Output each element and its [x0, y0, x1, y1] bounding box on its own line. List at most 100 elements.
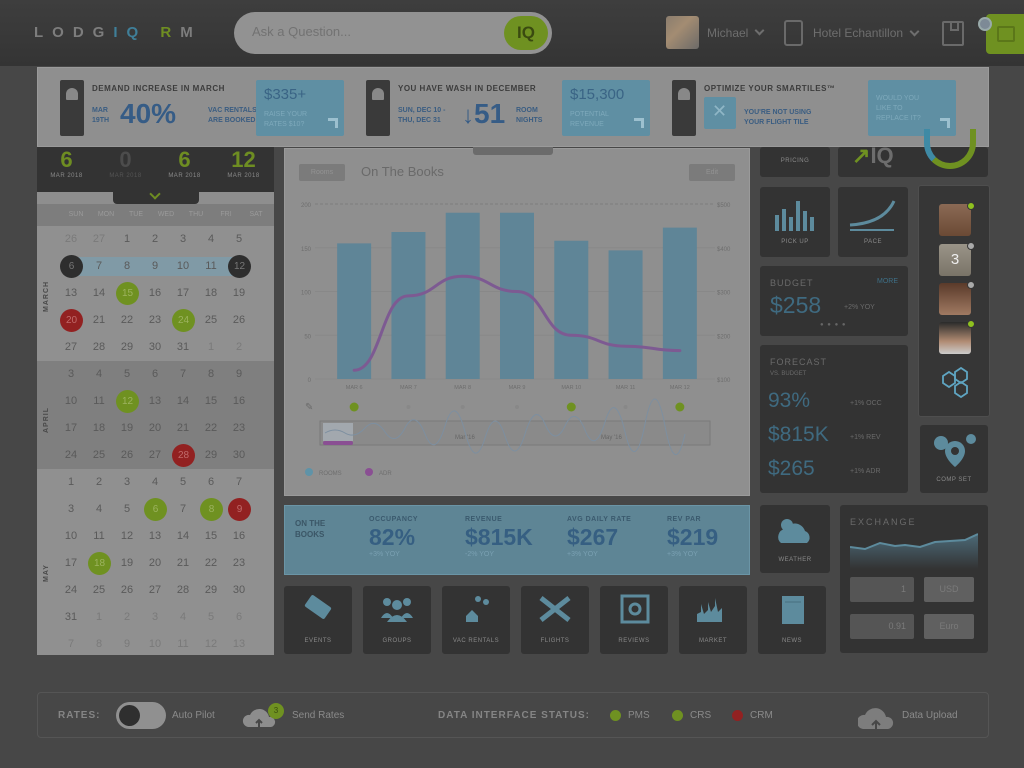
calendar-day[interactable]: 28	[85, 334, 113, 361]
calendar-day[interactable]: 18	[85, 415, 113, 442]
calendar-day[interactable]: 3	[113, 469, 141, 496]
calendar-stat[interactable]: 6 MAR 2018	[155, 147, 214, 179]
calendar-day[interactable]: 28	[169, 442, 197, 469]
kpi-revpar[interactable]: REV PAR $219 +3% YOY	[667, 516, 718, 558]
calendar-day[interactable]: 21	[85, 307, 113, 334]
calendar-day[interactable]: 5	[169, 469, 197, 496]
calendar-day[interactable]: 16	[141, 280, 169, 307]
calendar-day[interactable]: 21	[169, 415, 197, 442]
calendar-day[interactable]: 24	[57, 577, 85, 604]
calendar-day[interactable]: 23	[225, 550, 253, 577]
calendar-stat[interactable]: 0 MAR 2018	[96, 147, 155, 179]
calendar-day[interactable]: 16	[225, 388, 253, 415]
calendar-day[interactable]: 23	[141, 307, 169, 334]
pencil-icon[interactable]: ✎	[305, 402, 313, 413]
hexagon-network-icon[interactable]	[935, 366, 975, 402]
tile-exchange[interactable]: EXCHANGE 1 USD 0.91 Euro	[840, 505, 988, 653]
collaborator-avatar[interactable]: 3	[939, 242, 975, 276]
calendar-day[interactable]: 17	[57, 550, 85, 577]
calendar-day[interactable]: 29	[197, 577, 225, 604]
alert-cta-button[interactable]: $15,300 POTENTIAL REVENUE	[562, 80, 650, 136]
exchange-amount-input[interactable]: 1	[850, 577, 914, 602]
calendar-day[interactable]: 19	[113, 415, 141, 442]
calendar-day[interactable]: 3	[169, 226, 197, 253]
calendar-day[interactable]: 16	[225, 523, 253, 550]
calendar-day[interactable]: 11	[169, 631, 197, 655]
calendar-day[interactable]: 20	[57, 307, 85, 334]
calendar-day[interactable]: 4	[169, 604, 197, 631]
calendar-stat[interactable]: 6 MAR 2018	[37, 147, 96, 179]
calendar-day[interactable]: 1	[85, 604, 113, 631]
calendar-day[interactable]: 24	[57, 442, 85, 469]
calendar-day[interactable]: 8	[197, 361, 225, 388]
calendar-day[interactable]: 9	[225, 496, 253, 523]
calendar-day[interactable]: 6	[225, 604, 253, 631]
calendar-day[interactable]: 13	[225, 631, 253, 655]
calendar-day[interactable]: 12	[197, 631, 225, 655]
user-menu[interactable]: Michael	[666, 16, 765, 49]
kpi-revenue[interactable]: REVENUE $815K -2% YOY	[465, 516, 533, 558]
calendar-day[interactable]: 23	[225, 415, 253, 442]
calendar-day[interactable]: 4	[141, 469, 169, 496]
collaborator-avatar[interactable]	[939, 202, 975, 236]
calendar-day[interactable]: 7	[57, 631, 85, 655]
calendar-day[interactable]: 28	[169, 577, 197, 604]
calendar-day[interactable]: 7	[169, 361, 197, 388]
calendar-day[interactable]: 27	[57, 334, 85, 361]
calendar-day[interactable]: 11	[85, 388, 113, 415]
calendar-day[interactable]: 13	[57, 280, 85, 307]
tile-pace[interactable]: PACE	[838, 187, 908, 257]
tile-weather[interactable]: WEATHER	[760, 505, 830, 573]
status-pms[interactable]: PMS	[628, 710, 650, 721]
calendar-day[interactable]: 3	[57, 361, 85, 388]
tile-pricing[interactable]: PRICING	[760, 147, 830, 177]
calendar-day[interactable]: 14	[169, 388, 197, 415]
calendar-day[interactable]: 22	[197, 415, 225, 442]
calendar-day[interactable]: 21	[169, 550, 197, 577]
calendar-day[interactable]: 6	[141, 361, 169, 388]
calendar-day[interactable]: 11	[85, 523, 113, 550]
iq-search-button[interactable]: IQ	[504, 16, 548, 50]
calendar-day[interactable]: 2	[141, 226, 169, 253]
calendar-day[interactable]: 25	[85, 442, 113, 469]
calendar-day[interactable]: 10	[141, 631, 169, 655]
calendar-day[interactable]: 19	[113, 550, 141, 577]
pager-dots[interactable]: ● ● ● ●	[820, 322, 847, 328]
calendar-day[interactable]: 9	[113, 631, 141, 655]
calendar-day[interactable]: 8	[113, 253, 141, 280]
calendar-day[interactable]: 10	[169, 253, 197, 280]
calendar-day[interactable]: 24	[169, 307, 197, 334]
calendar-day[interactable]: 4	[85, 361, 113, 388]
calendar-day[interactable]: 25	[197, 307, 225, 334]
calendar-day[interactable]: 22	[197, 550, 225, 577]
collaborator-avatar[interactable]	[939, 281, 975, 315]
calendar-day[interactable]: 20	[141, 550, 169, 577]
calendar-day[interactable]: 8	[197, 496, 225, 523]
cloud-upload-icon[interactable]	[858, 701, 894, 731]
calendar-day[interactable]: 30	[225, 577, 253, 604]
calendar-day[interactable]: 5	[113, 361, 141, 388]
calendar-day[interactable]: 14	[85, 280, 113, 307]
calendar-day[interactable]: 15	[197, 523, 225, 550]
collapse-toggle[interactable]	[113, 187, 199, 204]
hotel-selector[interactable]: Hotel Echantillon	[784, 20, 920, 46]
bookmark-book-icon[interactable]	[942, 21, 964, 46]
calendar-day[interactable]: 4	[197, 226, 225, 253]
calendar-day[interactable]: 2	[225, 334, 253, 361]
alert-cta-button[interactable]: $335+ RAISE YOUR RATES $10?	[256, 80, 344, 136]
send-rates-button[interactable]: Send Rates	[292, 710, 344, 721]
calendar-day[interactable]: 18	[85, 550, 113, 577]
kpi-occupancy[interactable]: OCCUPANCY 82% +3% YOY	[369, 516, 418, 558]
calendar-day[interactable]: 30	[141, 334, 169, 361]
calendar-day[interactable]: 17	[57, 415, 85, 442]
tile-vac-rentals[interactable]: VAC RENTALS	[442, 586, 510, 654]
tile-flights[interactable]: FLIGHTS	[521, 586, 589, 654]
calendar-day[interactable]: 18	[197, 280, 225, 307]
currency-select-from[interactable]: USD	[924, 577, 974, 602]
chat-button[interactable]	[986, 14, 1024, 54]
calendar-day[interactable]: 29	[113, 334, 141, 361]
search-input[interactable]	[252, 24, 502, 39]
tile-compset[interactable]: COMP SET	[920, 425, 988, 493]
calendar-day[interactable]: 12	[113, 523, 141, 550]
tile-iq[interactable]: ↗IQ	[838, 129, 988, 177]
